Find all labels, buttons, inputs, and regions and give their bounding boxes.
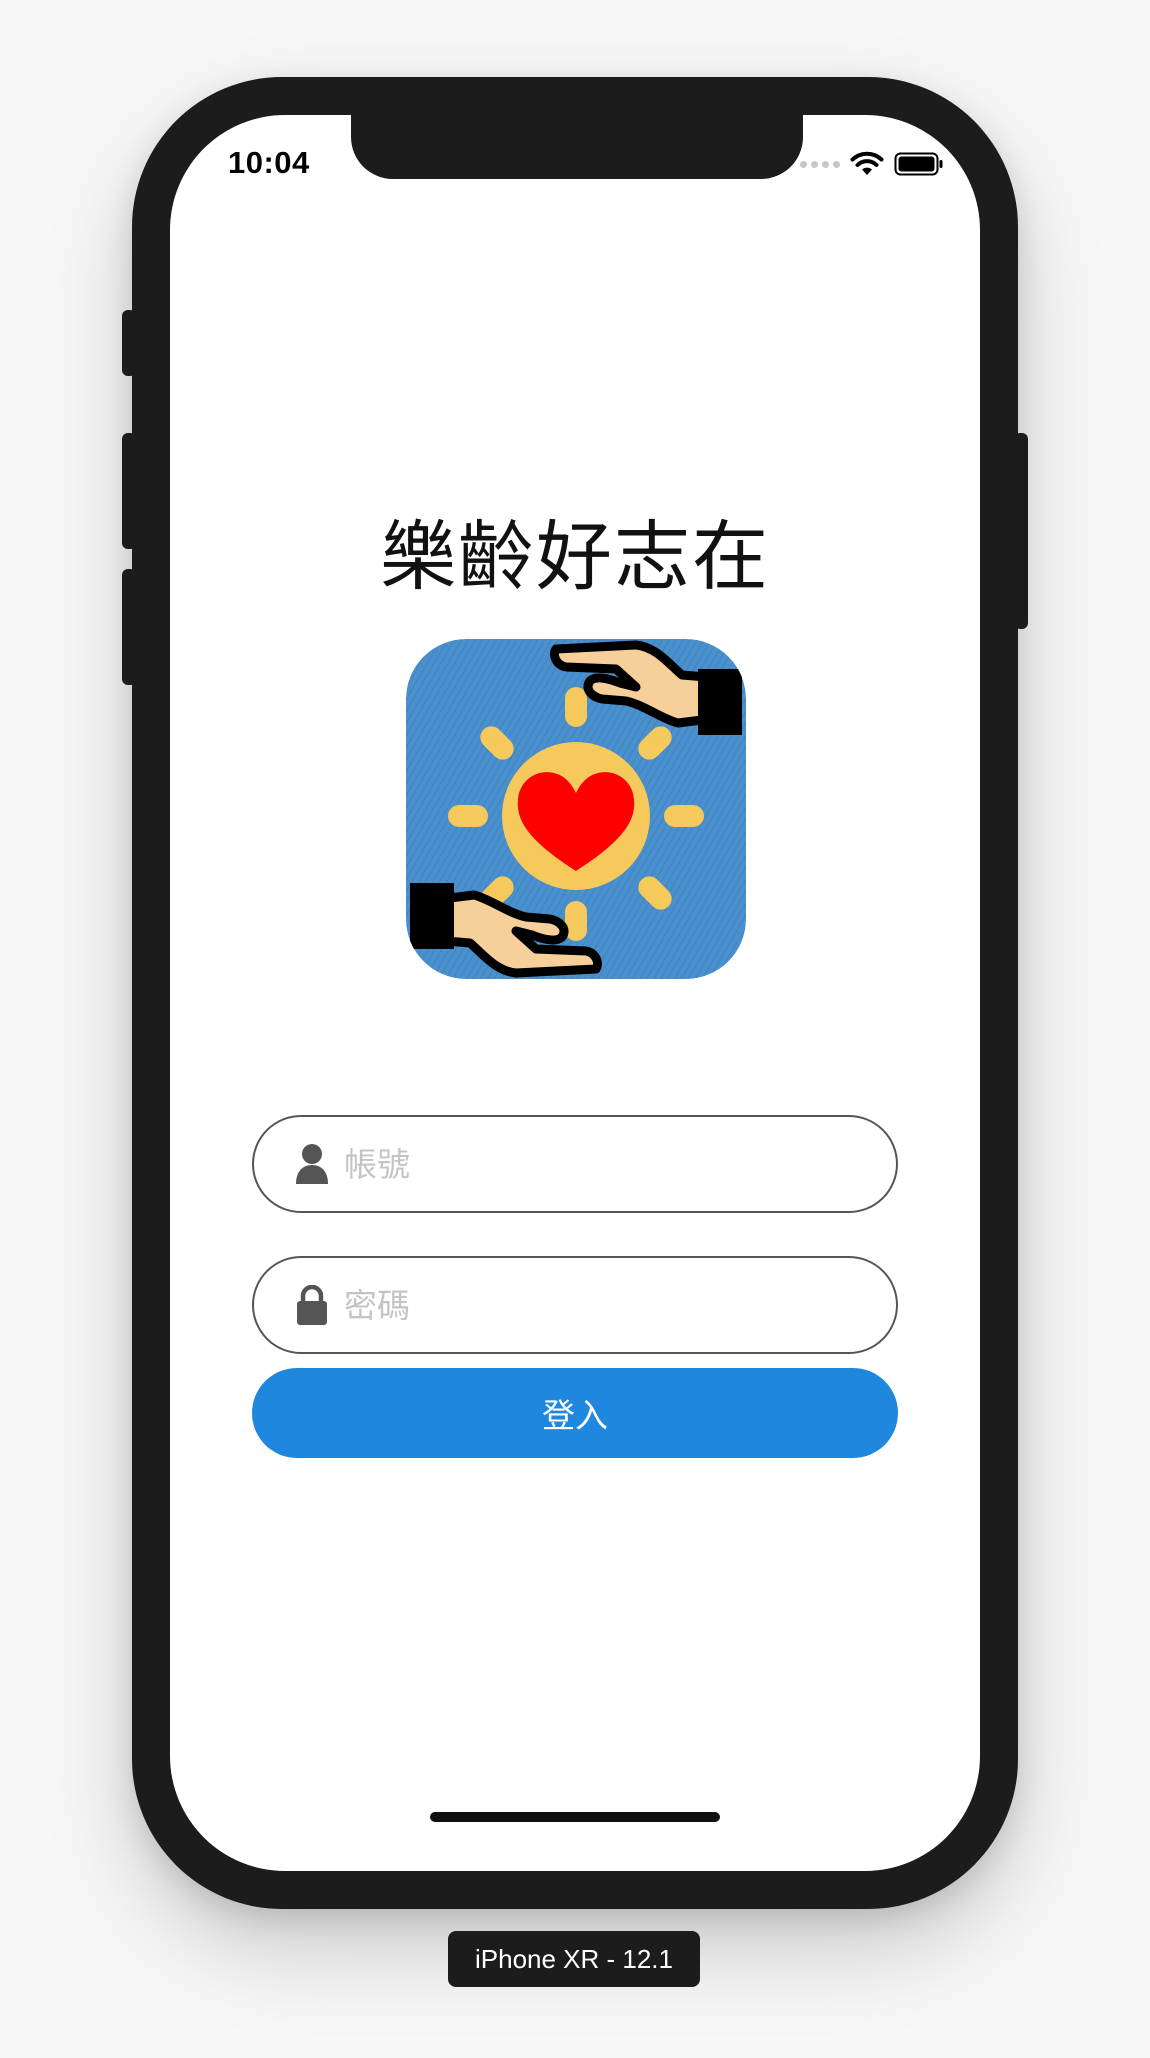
app-logo [406, 639, 746, 979]
volume-up-button [122, 433, 136, 549]
home-indicator[interactable] [430, 1812, 720, 1822]
password-field[interactable] [252, 1256, 898, 1354]
iphone-device-frame: 10:04 樂齡好志在 帳號 登入 [122, 77, 1028, 1909]
status-icons [800, 149, 944, 179]
wifi-icon [850, 151, 884, 175]
simulator-stage: 10:04 樂齡好志在 帳號 登入 iPhone XR - 12.1 [0, 0, 1150, 2058]
notch [351, 115, 803, 179]
mute-switch [122, 310, 136, 376]
signal-icon [800, 160, 840, 168]
lock-icon [292, 1282, 332, 1328]
app-title: 樂齡好志在 [380, 512, 770, 601]
volume-down-button [122, 569, 136, 685]
account-field[interactable] [252, 1115, 898, 1213]
login-button[interactable]: 登入 [252, 1368, 898, 1458]
status-time: 10:04 [228, 145, 310, 180]
account-input[interactable] [344, 1134, 864, 1194]
password-input[interactable] [344, 1275, 864, 1335]
phone-screen: 10:04 樂齡好志在 帳號 登入 [170, 115, 980, 1871]
battery-icon [894, 152, 943, 176]
sun-heart-hands-icon [406, 639, 746, 979]
power-button [1014, 433, 1028, 629]
user-icon [292, 1141, 332, 1187]
simulator-device-label: iPhone XR - 12.1 [448, 1931, 700, 1987]
